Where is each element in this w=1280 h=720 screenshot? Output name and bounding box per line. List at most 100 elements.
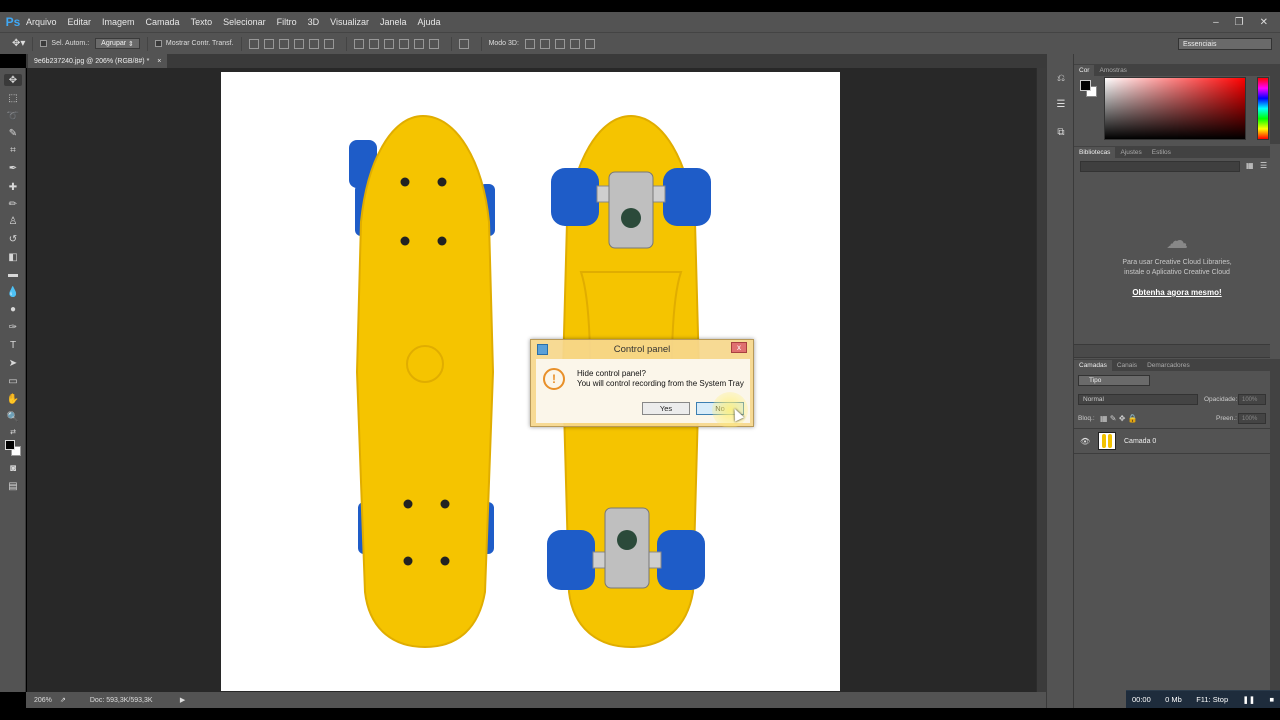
menu-selecionar[interactable]: Selecionar: [223, 17, 266, 27]
distribute-left-icon[interactable]: [398, 38, 409, 49]
distribute-right-icon[interactable]: [428, 38, 439, 49]
auto-select-dropdown[interactable]: Agrupar ⇕: [95, 38, 140, 49]
tab-demarcadores[interactable]: Demarcadores: [1142, 360, 1195, 371]
workspace-dropdown[interactable]: Essenciais: [1178, 38, 1272, 50]
get-creative-cloud-link[interactable]: Obtenha agora mesmo!: [1084, 288, 1270, 297]
move-tool-icon[interactable]: ✥▾: [12, 38, 25, 49]
restore-icon[interactable]: ❐: [1235, 17, 1244, 28]
gradient-tool-icon[interactable]: ▬: [6, 268, 20, 280]
slide-3d-icon[interactable]: [569, 38, 580, 49]
menu-imagem[interactable]: Imagem: [102, 17, 135, 27]
crop-tool-icon[interactable]: ⌗: [6, 144, 20, 156]
document-tab[interactable]: 9e6b237240.jpg @ 206% (RGB/8#) * ×: [28, 54, 168, 68]
tab-cor[interactable]: Cor: [1074, 65, 1095, 76]
zoom-tool-icon[interactable]: 🔍: [6, 411, 20, 423]
color-foreground-swatch[interactable]: [1080, 80, 1091, 91]
close-icon[interactable]: ✕: [1260, 17, 1268, 28]
history-panel-icon[interactable]: ⎌: [1055, 72, 1067, 84]
auto-select-checkbox[interactable]: [40, 40, 48, 47]
export-icon[interactable]: ⇗: [60, 696, 66, 704]
zoom-level[interactable]: 206%: [34, 697, 60, 704]
distribute-bottom-icon[interactable]: [383, 38, 394, 49]
stop-hotkey[interactable]: F11: Stop: [1196, 695, 1228, 704]
auto-align-icon[interactable]: [458, 38, 469, 49]
layer-name[interactable]: Camada 0: [1124, 438, 1156, 445]
brush-tool-icon[interactable]: ✏: [6, 198, 20, 210]
layer-comps-icon[interactable]: ⧉: [1055, 126, 1067, 138]
layer-row[interactable]: 👁 Camada 0: [1074, 428, 1270, 454]
foreground-color-swatch[interactable]: [5, 440, 15, 450]
list-view-icon[interactable]: ☰: [1260, 161, 1270, 171]
tab-bibliotecas[interactable]: Bibliotecas: [1074, 147, 1116, 158]
align-bottom-icon[interactable]: [278, 38, 289, 49]
menu-ajuda[interactable]: Ajuda: [418, 17, 441, 27]
eye-icon[interactable]: 👁: [1080, 437, 1090, 446]
minimize-icon[interactable]: –: [1213, 17, 1219, 28]
align-hcenter-icon[interactable]: [308, 38, 319, 49]
quick-select-tool-icon[interactable]: ✎: [6, 127, 20, 139]
yes-button[interactable]: Yes: [642, 402, 690, 415]
menu-visualizar[interactable]: Visualizar: [330, 17, 369, 27]
marquee-tool-icon[interactable]: ⬚: [6, 92, 20, 104]
tab-canais[interactable]: Canais: [1112, 360, 1142, 371]
vertical-scrollbar[interactable]: [1036, 68, 1046, 692]
menu-filtro[interactable]: Filtro: [277, 17, 297, 27]
distribute-vcenter-icon[interactable]: [368, 38, 379, 49]
opacity-field[interactable]: 100%: [1238, 394, 1266, 405]
status-menu-arrow-icon[interactable]: ▶: [180, 696, 185, 704]
dialog-close-button[interactable]: x: [731, 342, 747, 353]
tab-estilos[interactable]: Estilos: [1147, 147, 1176, 158]
align-right-icon[interactable]: [323, 38, 334, 49]
distribute-top-icon[interactable]: [353, 38, 364, 49]
eraser-tool-icon[interactable]: ◧: [6, 251, 20, 263]
blur-tool-icon[interactable]: 💧: [6, 286, 20, 298]
scale-3d-icon[interactable]: [584, 38, 595, 49]
roll-3d-icon[interactable]: [539, 38, 550, 49]
fill-field[interactable]: 100%: [1238, 413, 1266, 424]
distribute-hcenter-icon[interactable]: [413, 38, 424, 49]
blend-mode-dropdown[interactable]: Normal: [1078, 394, 1198, 405]
drag-3d-icon[interactable]: [554, 38, 565, 49]
library-dropdown[interactable]: [1080, 161, 1240, 172]
properties-panel-icon[interactable]: ☰: [1055, 98, 1067, 110]
eyedropper-tool-icon[interactable]: ✒: [6, 162, 20, 174]
color-panel-scrollbar[interactable]: [1270, 64, 1280, 144]
menu-3d[interactable]: 3D: [308, 17, 320, 27]
grid-view-icon[interactable]: ▦: [1246, 161, 1256, 171]
hue-slider[interactable]: [1257, 77, 1269, 140]
menu-janela[interactable]: Janela: [380, 17, 407, 27]
color-picker-field[interactable]: [1104, 77, 1246, 140]
tab-camadas[interactable]: Camadas: [1074, 360, 1112, 371]
path-select-tool-icon[interactable]: ➤: [6, 357, 20, 369]
stamp-tool-icon[interactable]: ♙: [6, 215, 20, 227]
tab-amostras[interactable]: Amostras: [1094, 65, 1131, 76]
dodge-tool-icon[interactable]: ●: [6, 303, 20, 315]
swap-colors-icon[interactable]: ⇄: [6, 426, 20, 438]
layers-panel-scrollbar[interactable]: [1270, 359, 1280, 699]
pause-icon[interactable]: ❚❚: [1243, 695, 1256, 704]
rotate-3d-icon[interactable]: [524, 38, 535, 49]
menu-editar[interactable]: Editar: [68, 17, 92, 27]
lock-icons[interactable]: ▦ ✎ ✥ 🔒: [1100, 414, 1138, 423]
pen-tool-icon[interactable]: ✑: [6, 321, 20, 333]
screen-mode-icon[interactable]: ▤: [6, 480, 20, 492]
healing-brush-tool-icon[interactable]: ✚: [6, 181, 20, 193]
shape-tool-icon[interactable]: ▭: [6, 375, 20, 387]
menu-arquivo[interactable]: Arquivo: [26, 17, 57, 27]
align-vcenter-icon[interactable]: [263, 38, 274, 49]
lasso-tool-icon[interactable]: ➰: [6, 110, 20, 122]
show-transform-checkbox[interactable]: [154, 40, 162, 47]
move-tool-icon[interactable]: ✥: [4, 74, 22, 86]
close-tab-icon[interactable]: ×: [157, 58, 161, 65]
tab-ajustes[interactable]: Ajustes: [1115, 147, 1146, 158]
menu-camada[interactable]: Camada: [146, 17, 180, 27]
history-brush-tool-icon[interactable]: ↺: [6, 233, 20, 245]
align-top-icon[interactable]: [248, 38, 259, 49]
align-left-icon[interactable]: [293, 38, 304, 49]
type-tool-icon[interactable]: T: [6, 339, 20, 351]
menu-texto[interactable]: Texto: [191, 17, 213, 27]
hand-tool-icon[interactable]: ✋: [6, 393, 20, 405]
quick-mask-icon[interactable]: ◙: [6, 462, 20, 474]
stop-icon[interactable]: ■: [1269, 695, 1274, 704]
layer-filter-dropdown[interactable]: Tipo: [1078, 375, 1150, 386]
